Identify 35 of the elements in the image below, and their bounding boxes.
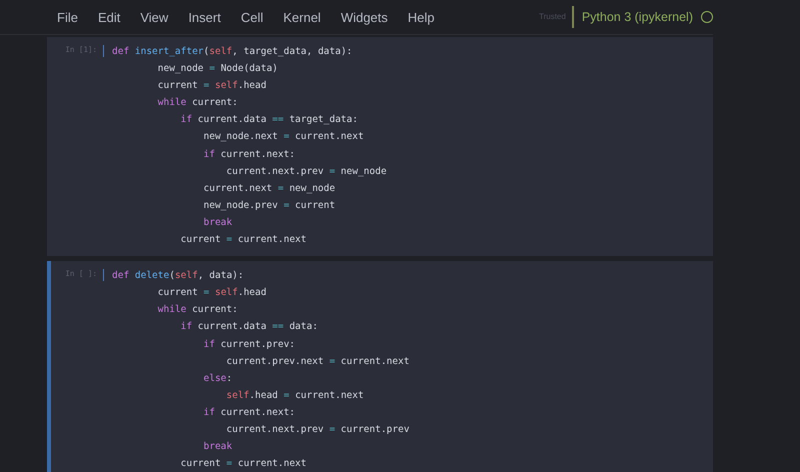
menu-item[interactable]: Edit — [88, 10, 130, 24]
code-cell[interactable] — [47, 37, 713, 256]
kernel-name[interactable]: Python 3 (ipykernel) — [582, 10, 693, 24]
code-line: else: — [202, 372, 234, 386]
code-line: while current: — [156, 96, 239, 110]
code-line: if current.next: — [202, 406, 296, 420]
code-line: def delete(self, data): — [112, 269, 245, 284]
code-line: while current: — [156, 303, 239, 318]
code-line: new_node.next = current.next — [202, 130, 365, 144]
code-line: current = self.head — [156, 286, 268, 300]
code-line: current.next.prev = new_node — [225, 164, 387, 179]
code-line: current.prev.next = current.next — [225, 354, 410, 369]
code-line: break — [202, 440, 234, 454]
code-line: new_node.prev = current — [202, 198, 336, 213]
menu-item[interactable]: View — [130, 10, 178, 24]
code-line: def insert_after(self, target_data, data): — [112, 45, 354, 59]
code-line: self.head = current.next — [225, 388, 365, 403]
menu-item[interactable]: Kernel — [273, 10, 331, 24]
menu-item[interactable]: Widgets — [330, 10, 398, 24]
code-line: if current.prev: — [202, 338, 296, 352]
code-line: if current.data == data: — [180, 320, 319, 334]
menu-item[interactable]: Help — [398, 10, 445, 24]
menu-item[interactable]: File — [47, 10, 88, 24]
menu-item[interactable]: Cell — [230, 10, 274, 24]
code-line: current = self.head — [156, 79, 268, 94]
code-cell[interactable] — [47, 261, 713, 472]
code-line: if current.data == target_data: — [180, 113, 359, 128]
code-line: current = current.next — [180, 457, 308, 472]
code-line: current = current.next — [180, 233, 308, 248]
code-line: new_node = Node(data) — [156, 62, 279, 76]
menu-item[interactable]: Insert — [178, 10, 231, 24]
code-line: break — [202, 216, 234, 230]
code-line: current.next = new_node — [202, 182, 336, 196]
code-line: if current.next: — [202, 148, 296, 162]
code-line: current.next.prev = current.prev — [225, 422, 410, 437]
